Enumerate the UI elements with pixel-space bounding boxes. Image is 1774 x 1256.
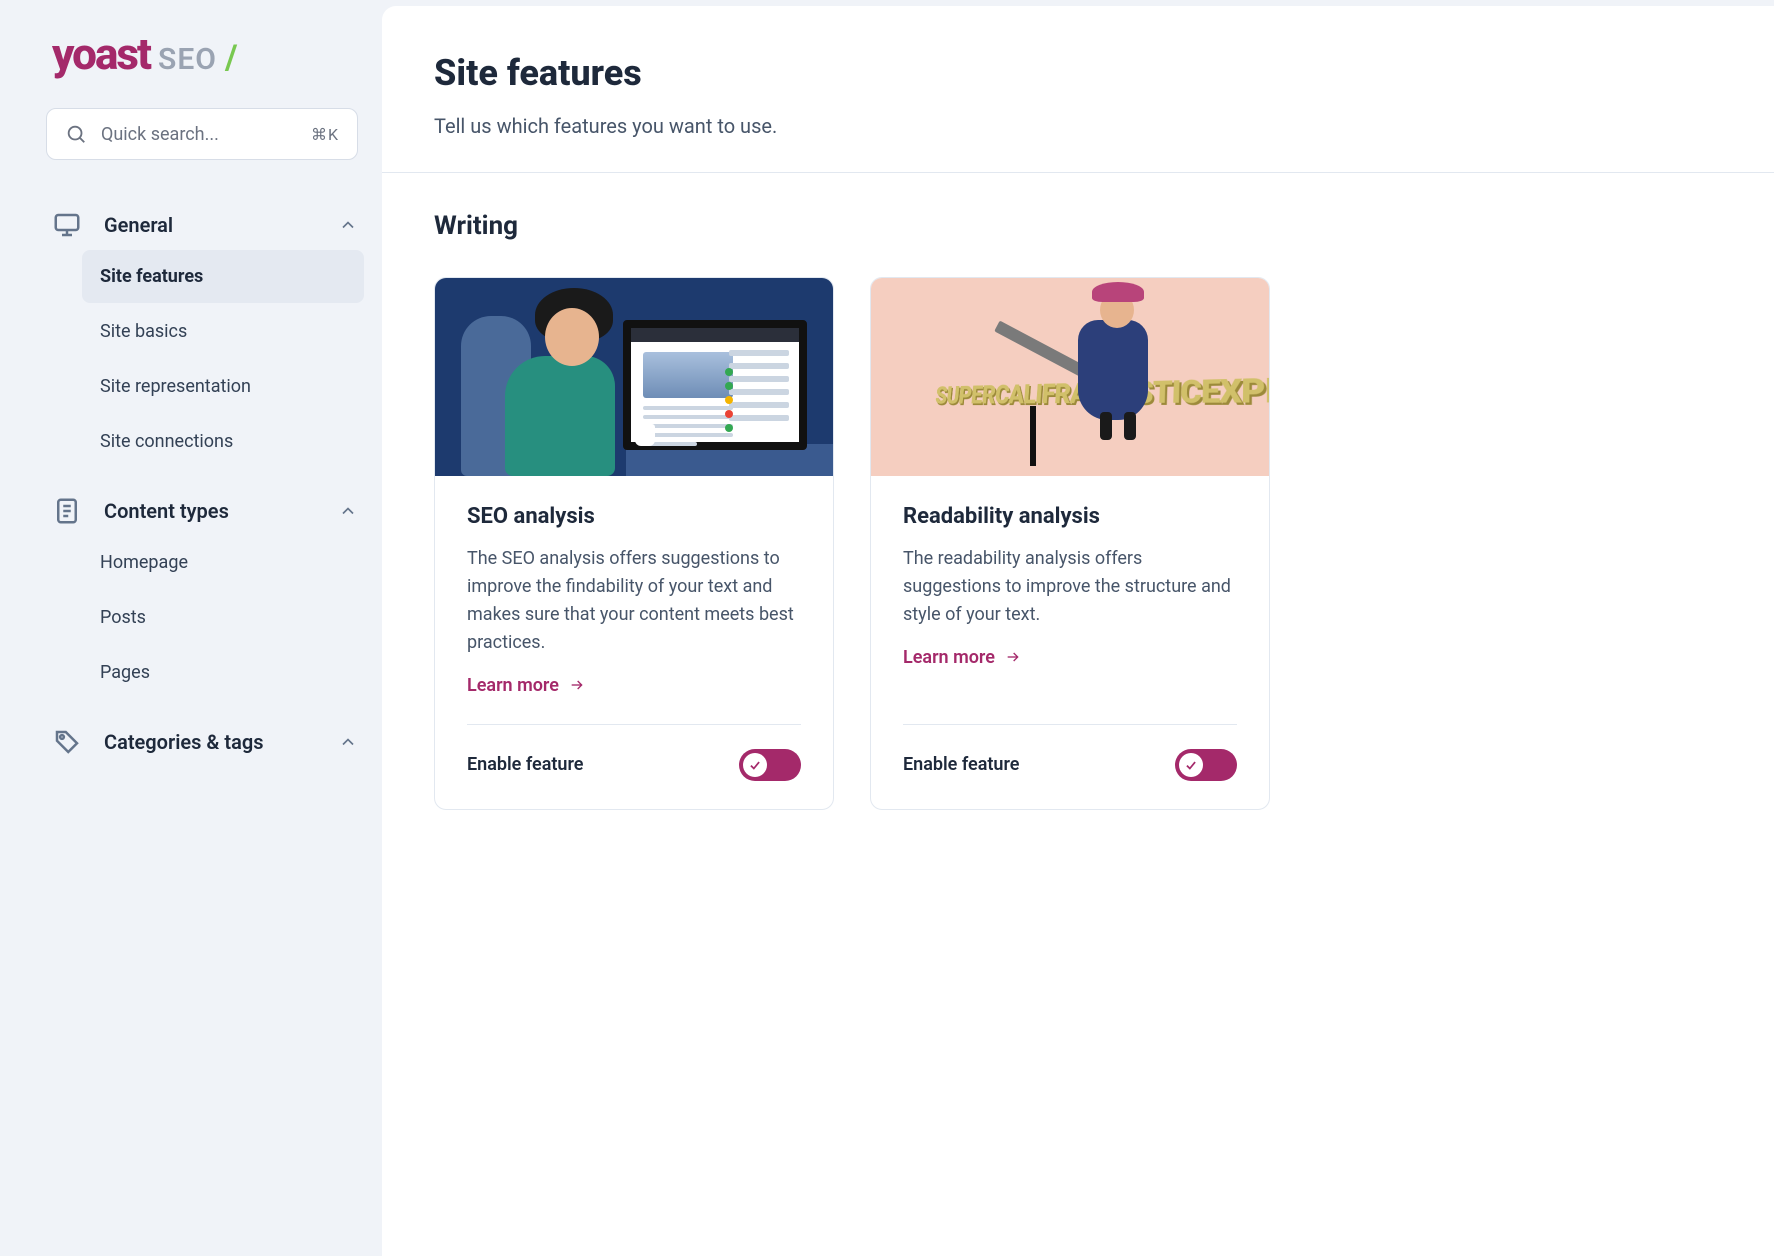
nav-group-categories-tags[interactable]: Categories & tags [46, 717, 364, 767]
nav-group-label: Content types [104, 499, 316, 523]
page-header: Site features Tell us which features you… [382, 6, 1774, 173]
logo-suffix: SEO [158, 42, 217, 77]
enable-feature-label: Enable feature [467, 754, 583, 775]
card-illustration [435, 278, 833, 476]
learn-more-label: Learn more [467, 675, 559, 696]
chevron-up-icon [338, 215, 358, 235]
card-description: The readability analysis offers suggesti… [903, 545, 1237, 629]
feature-card-seo-analysis: SEO analysis The SEO analysis offers sug… [434, 277, 834, 810]
enable-feature-toggle[interactable] [739, 749, 801, 781]
arrow-right-icon [1003, 649, 1023, 665]
tags-icon [52, 727, 82, 757]
section-title: Writing [434, 211, 1722, 241]
page-subtitle: Tell us which features you want to use. [434, 114, 1722, 138]
nav-group-label: Categories & tags [104, 730, 316, 754]
card-title: Readability analysis [903, 504, 1237, 529]
feature-card-readability-analysis: SUPERCALIFRAGILISTICEXPIALIDOCIOUS Reada… [870, 277, 1270, 810]
enable-feature-label: Enable feature [903, 754, 1019, 775]
search-placeholder: Quick search... [101, 124, 297, 145]
enable-feature-toggle[interactable] [1175, 749, 1237, 781]
nav-group-content-types[interactable]: Content types [46, 486, 364, 536]
page-title: Site features [434, 52, 1722, 94]
nav-group-label: General [104, 213, 316, 237]
monitor-icon [52, 210, 82, 240]
chevron-up-icon [338, 732, 358, 752]
check-icon [748, 758, 762, 772]
check-icon [1184, 758, 1198, 772]
sidebar-item-homepage[interactable]: Homepage [82, 536, 364, 589]
search-shortcut: ⌘K [311, 125, 339, 144]
logo: yoast SEO / [46, 28, 364, 80]
chevron-up-icon [338, 501, 358, 521]
card-title: SEO analysis [467, 504, 801, 529]
nav-group-general[interactable]: General [46, 200, 364, 250]
arrow-right-icon [567, 677, 587, 693]
logo-slash: / [225, 38, 238, 78]
learn-more-label: Learn more [903, 647, 995, 668]
card-illustration: SUPERCALIFRAGILISTICEXPIALIDOCIOUS [871, 278, 1269, 476]
sidebar-item-pages[interactable]: Pages [82, 646, 364, 699]
sidebar-item-site-features[interactable]: Site features [82, 250, 364, 303]
document-icon [52, 496, 82, 526]
learn-more-link[interactable]: Learn more [903, 647, 1023, 668]
main-content: Site features Tell us which features you… [382, 6, 1774, 1256]
sidebar-item-posts[interactable]: Posts [82, 591, 364, 644]
sidebar: yoast SEO / Quick search... ⌘K General S… [0, 0, 382, 1256]
search-icon [65, 123, 87, 145]
search-input[interactable]: Quick search... ⌘K [46, 108, 358, 160]
sidebar-item-site-representation[interactable]: Site representation [82, 360, 364, 413]
card-description: The SEO analysis offers suggestions to i… [467, 545, 801, 657]
logo-brand: yoast [52, 28, 150, 80]
sidebar-item-site-connections[interactable]: Site connections [82, 415, 364, 468]
sidebar-item-site-basics[interactable]: Site basics [82, 305, 364, 358]
learn-more-link[interactable]: Learn more [467, 675, 587, 696]
